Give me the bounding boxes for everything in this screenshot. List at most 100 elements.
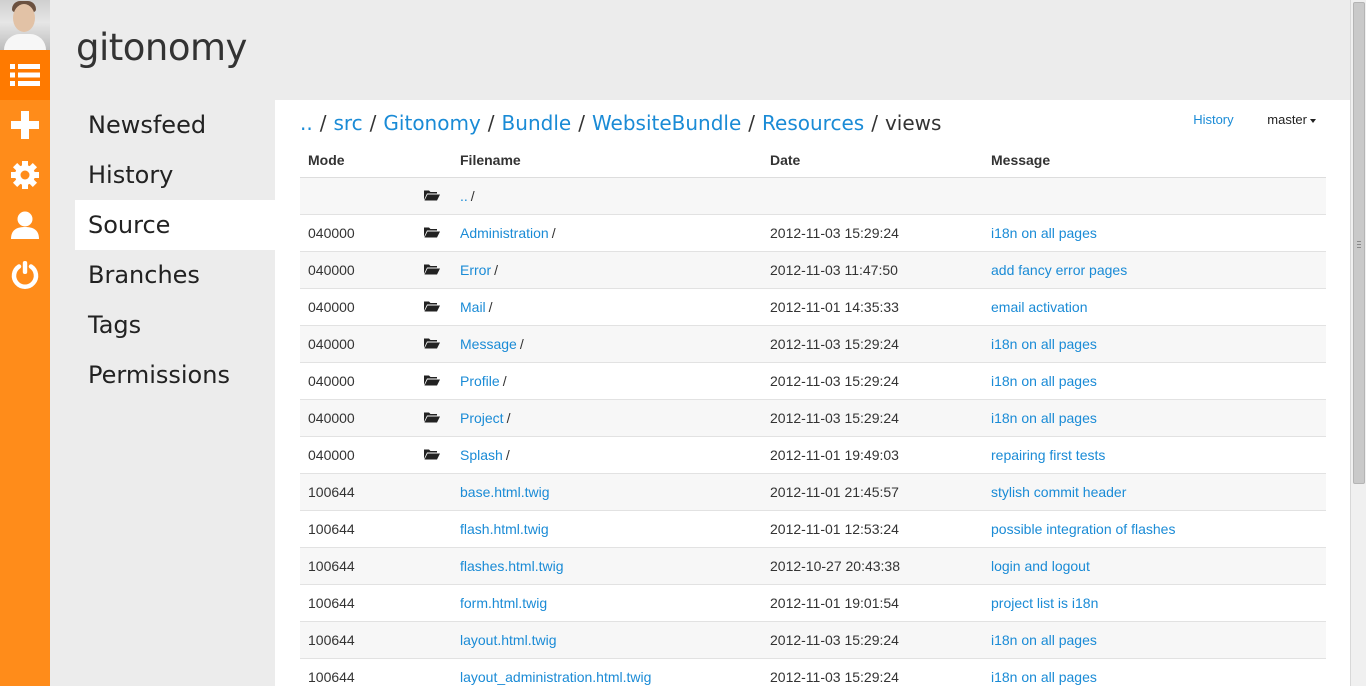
file-table: Mode Filename Date Message ../040000 Admi… bbox=[300, 142, 1326, 686]
commit-message-link[interactable]: i18n on all pages bbox=[991, 632, 1097, 648]
commit-message-link[interactable]: possible integration of flashes bbox=[991, 521, 1175, 537]
cell-filename: flashes.html.twig bbox=[452, 547, 762, 585]
file-link[interactable]: layout_administration.html.twig bbox=[460, 669, 651, 685]
list-icon bbox=[10, 64, 40, 86]
avatar-face bbox=[13, 4, 35, 32]
rail-profile-button[interactable] bbox=[0, 200, 50, 250]
cell-message: i18n on all pages bbox=[983, 399, 1326, 437]
table-row[interactable]: 040000 Profile/ 2012-11-03 15:29:24 i18n on… bbox=[300, 362, 1326, 400]
cell-icon bbox=[400, 658, 452, 686]
subnav-item-tags[interactable]: Tags bbox=[75, 300, 275, 350]
commit-message-link[interactable]: repairing first tests bbox=[991, 447, 1105, 463]
folder-slash: / bbox=[551, 225, 556, 241]
commit-message-link[interactable]: email activation bbox=[991, 299, 1088, 315]
table-row[interactable]: 100644 layout.html.twig 2012-11-03 15:29:2… bbox=[300, 621, 1326, 659]
cell-message: email activation bbox=[983, 288, 1326, 326]
branch-dropdown[interactable]: master bbox=[1267, 112, 1316, 127]
cell-filename: .. / bbox=[452, 177, 762, 215]
table-row[interactable]: 040000 Message/2012-11-03 15:29:24 i18n on… bbox=[300, 325, 1326, 363]
plus-icon bbox=[11, 111, 39, 139]
rail-settings-button[interactable] bbox=[0, 150, 50, 200]
table-row[interactable]: 100644 flash.html.twig 2012-11-01 12:53:24… bbox=[300, 510, 1326, 548]
folder-slash: / bbox=[488, 299, 493, 315]
commit-message-link[interactable]: i18n on all pages bbox=[991, 373, 1097, 389]
table-row[interactable]: 100644 layout_administration.html.twig 201… bbox=[300, 658, 1326, 686]
cell-icon bbox=[400, 214, 452, 252]
breadcrumb-link[interactable]: Gitonomy bbox=[383, 111, 480, 135]
breadcrumb-link[interactable]: Resources bbox=[762, 111, 864, 135]
file-link[interactable]: flashes.html.twig bbox=[460, 558, 563, 574]
cell-date: 2012-11-03 15:29:24 bbox=[762, 658, 983, 686]
table-row[interactable]: 040000 Error/2012-11-03 11:47:50 add fancy… bbox=[300, 251, 1326, 289]
commit-message-link[interactable]: i18n on all pages bbox=[991, 336, 1097, 352]
app-brand[interactable]: gitonomy bbox=[76, 26, 247, 69]
subnav-item-newsfeed[interactable]: Newsfeed bbox=[75, 100, 275, 150]
folder-open-icon bbox=[424, 410, 440, 426]
cell-date: 2012-11-01 14:35:33 bbox=[762, 288, 983, 326]
file-link[interactable]: Profile bbox=[460, 373, 500, 389]
rail-add-button[interactable] bbox=[0, 100, 50, 150]
table-row[interactable]: 100644 base.html.twig 2012-11-01 21:45:57 s… bbox=[300, 473, 1326, 511]
rail-logout-button[interactable] bbox=[0, 250, 50, 300]
table-row[interactable]: .. / bbox=[300, 177, 1326, 215]
avatar[interactable] bbox=[0, 0, 50, 50]
file-link[interactable]: form.html.twig bbox=[460, 595, 547, 611]
cell-mode: 040000 bbox=[300, 436, 400, 474]
cell-icon bbox=[400, 547, 452, 585]
cell-message: project list is i18n bbox=[983, 584, 1326, 622]
cell-icon bbox=[400, 362, 452, 400]
table-row[interactable]: 100644 flashes.html.twig 2012-10-27 20:43:… bbox=[300, 547, 1326, 585]
file-link[interactable]: layout.html.twig bbox=[460, 632, 556, 648]
file-link[interactable]: Message bbox=[460, 336, 517, 352]
branch-label: master bbox=[1267, 112, 1307, 127]
file-link[interactable]: Splash bbox=[460, 447, 503, 463]
subnav-item-permissions[interactable]: Permissions bbox=[75, 350, 275, 400]
file-link[interactable]: flash.html.twig bbox=[460, 521, 549, 537]
scrollbar-thumb[interactable] bbox=[1353, 2, 1365, 484]
file-link[interactable]: Administration bbox=[460, 225, 549, 241]
col-header-icon bbox=[400, 142, 452, 178]
table-row[interactable]: 100644 form.html.twig 2012-11-01 19:01:54 p… bbox=[300, 584, 1326, 622]
file-link[interactable]: .. bbox=[460, 188, 468, 204]
breadcrumb-link[interactable]: WebsiteBundle bbox=[592, 111, 741, 135]
cell-mode: 100644 bbox=[300, 658, 400, 686]
cell-mode: 040000 bbox=[300, 214, 400, 252]
commit-message-link[interactable]: i18n on all pages bbox=[991, 669, 1097, 685]
commit-message-link[interactable]: i18n on all pages bbox=[991, 225, 1097, 241]
breadcrumb-link[interactable]: .. bbox=[300, 111, 313, 135]
subnav-item-source[interactable]: Source bbox=[75, 200, 275, 250]
commit-message-link[interactable]: login and logout bbox=[991, 558, 1090, 574]
file-link[interactable]: Mail bbox=[460, 299, 486, 315]
file-link[interactable]: Error bbox=[460, 262, 491, 278]
subnav-item-branches[interactable]: Branches bbox=[75, 250, 275, 300]
cell-filename: Message / bbox=[452, 325, 762, 363]
file-link[interactable]: Project bbox=[460, 410, 504, 426]
breadcrumb-separator: / bbox=[369, 111, 377, 135]
file-link[interactable]: base.html.twig bbox=[460, 484, 549, 500]
cell-date: 2012-11-01 21:45:57 bbox=[762, 473, 983, 511]
table-row[interactable]: 040000 Mail/2012-11-01 14:35:33 email acti… bbox=[300, 288, 1326, 326]
table-row[interactable]: 040000 Splash/2012-11-01 19:49:03 repairin… bbox=[300, 436, 1326, 474]
cell-date: 2012-11-03 15:29:24 bbox=[762, 362, 983, 400]
table-row[interactable]: 040000 Administration/2012-11-03 15:29:24… bbox=[300, 214, 1326, 252]
subnav-item-history[interactable]: History bbox=[75, 150, 275, 200]
history-link[interactable]: History bbox=[1193, 112, 1233, 127]
breadcrumb-separator: / bbox=[748, 111, 756, 135]
folder-slash: / bbox=[519, 336, 524, 352]
breadcrumb-current: views bbox=[884, 111, 942, 135]
cell-mode: 040000 bbox=[300, 362, 400, 400]
commit-message-link[interactable]: project list is i18n bbox=[991, 595, 1098, 611]
folder-slash: / bbox=[505, 447, 510, 463]
folder-slash: / bbox=[502, 373, 507, 389]
top-actions: History master bbox=[1193, 112, 1316, 127]
rail-list-button[interactable] bbox=[0, 50, 50, 100]
commit-message-link[interactable]: add fancy error pages bbox=[991, 262, 1127, 278]
commit-message-link[interactable]: stylish commit header bbox=[991, 484, 1126, 500]
table-row[interactable]: 040000 Project/2012-11-03 15:29:24 i18n on… bbox=[300, 399, 1326, 437]
page-scrollbar[interactable] bbox=[1350, 0, 1366, 686]
cell-filename: Splash / bbox=[452, 436, 762, 474]
commit-message-link[interactable]: i18n on all pages bbox=[991, 410, 1097, 426]
cell-mode bbox=[300, 177, 400, 215]
breadcrumb-link[interactable]: src bbox=[333, 111, 362, 135]
breadcrumb-link[interactable]: Bundle bbox=[502, 111, 572, 135]
